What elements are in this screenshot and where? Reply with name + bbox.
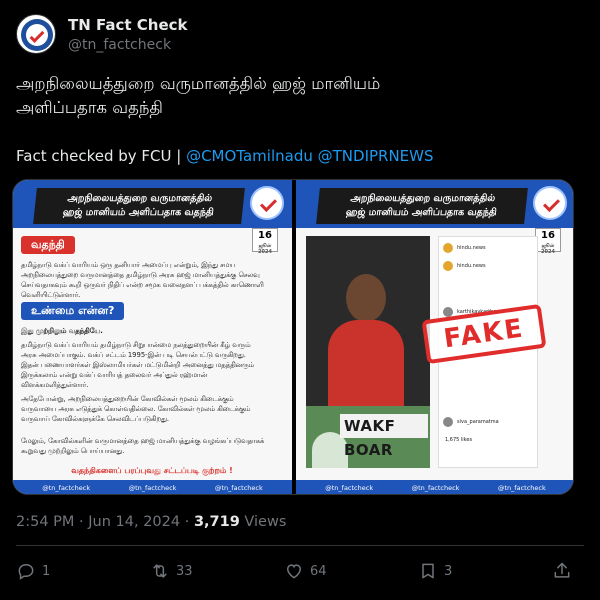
hajj-text: மேலும், கோவில்களின் வருமானத்தை ஹஜ் மானிய… [21,437,265,455]
speaker-face [346,274,386,322]
card-header-bar: அறநிலையத்துறை வருமானத்தில் ஹஜ் மானியம் அ… [296,180,573,228]
bookmark-count: 3 [444,563,453,579]
footer-handle-facebook: @tn_factcheck [411,484,460,492]
card-banner: அறநிலையத்துறை வருமானத்தில் ஹஜ் மானியம் அ… [316,188,528,224]
mention-cmo-link[interactable]: @CMOTamilnadu [186,147,313,165]
footer-handle-x: @tn_factcheck [325,484,374,492]
profile-avatar-icon [443,243,453,253]
calendar-day: 16 [541,230,555,241]
share-button[interactable] [552,558,572,584]
fact-check-card-right[interactable]: அறநிலையத்துறை வருமானத்தில் ஹஜ் மானியம் அ… [296,180,573,494]
repost-icon [153,564,167,578]
tweet-header: TN Fact Check @tn_factcheck [16,14,584,58]
reply-icon [18,563,34,580]
views-label: Views [239,514,287,530]
fact-check-prefix: Fact checked by FCU | [16,147,187,165]
banner-line-1: அறநிலையத்துறை வருமானத்தில் [349,193,496,204]
profile-avatar-icon [443,261,453,271]
footer-handle-facebook: @tn_factcheck [128,484,177,492]
media-gallery[interactable]: அறநிலையத்துறை வருமானத்தில் ஹஜ் மானியம் அ… [12,179,574,495]
like-count: 64 [310,563,327,579]
tweet-meta: 2:54 PM · Jun 14, 2024 · 3,719 Views [16,512,286,532]
avatar[interactable] [16,14,56,54]
tweet-date[interactable]: Jun 14, 2024 [88,514,180,530]
calendar-month: ஜூன் 2024 [541,243,555,255]
tweet-text: அறநிலையத்துறை வருமானத்தில் ஹஜ் மானியம் அ… [16,72,584,120]
bookmark-icon [422,563,434,579]
user-handle[interactable]: @tn_factcheck [68,36,188,54]
insta-user-2: hindu.news [457,263,486,269]
footer-handle-instagram: @tn_factcheck [497,484,546,492]
repost-button[interactable]: 33 [150,558,193,584]
tn-factcheck-logo-icon [250,186,284,220]
insta-user-4: siva_paramatma [457,419,499,425]
video-screenshot: WAKF BOAR [306,236,430,468]
display-name[interactable]: TN Fact Check [68,16,188,34]
slogan-text: வதந்திகளைப் பரப்புவது சட்டப்படி குற்றம் … [71,466,233,475]
temple-text: அதேபோன்று, அறநிலையத்துறையின் கோவில்கள் ம… [21,395,251,423]
repost-count: 33 [176,563,193,579]
calendar-day: 16 [258,230,272,241]
insta-likes: 1,675 likes [445,437,473,443]
heart-icon [286,564,302,579]
card-header-bar: அறநிலையத்துறை வருமானத்தில் ஹஜ் மானியம் அ… [13,180,292,228]
reply-button[interactable]: 1 [16,558,50,584]
calendar-icon: 16 ஜூன் 2024 [535,228,561,255]
tweet-text-line-2: அளிப்பதாக வதந்தி [16,98,163,117]
speaker-figure [328,274,404,406]
fact-check-card-left[interactable]: அறநிலையத்துறை வருமானத்தில் ஹஜ் மானியம் அ… [13,180,292,494]
banner-line-2: ஹஜ் மானியம் அளிப்பதாக வதந்தி [345,207,498,218]
calendar-icon: 16 ஜூன் 2024 [252,228,278,255]
footer-handle-instagram: @tn_factcheck [214,484,263,492]
tweet-text-line-1: அறநிலையத்துறை வருமானத்தில் ஹஜ் மானியம் [16,74,381,93]
insta-user-1: hindu.news [457,245,486,251]
share-icon [554,562,570,578]
banner-line-2: ஹஜ் மானியம் அளிப்பதாக வதந்தி [62,207,215,218]
mention-dipr-link[interactable]: @TNDIPRNEWS [318,147,434,165]
meta-separator: · [180,514,194,530]
profile-avatar-icon [443,417,453,427]
tweet: TN Fact Check @tn_factcheck அறநிலையத்துற… [0,0,600,600]
meta-separator: · [74,514,89,530]
divider [16,545,584,546]
author-names: TN Fact Check @tn_factcheck [68,16,188,54]
card-footer: @tn_factcheck @tn_factcheck @tn_factchec… [13,480,292,494]
footer-handle-x: @tn_factcheck [42,484,91,492]
rumor-tag: வதந்தி [21,236,75,254]
speaker-shirt [328,320,404,406]
truth-lead: இது முற்றிலும் வதந்தியே. [21,327,103,335]
card-footer: @tn_factcheck @tn_factcheck @tn_factchec… [296,480,573,494]
reply-count: 1 [42,563,51,579]
truth-text: தமிழ்நாடு வக்ப் வாரியம் தமிழ்நாடு சிறுபா… [21,341,254,389]
wakf-board-sign: WAKF BOAR [340,414,428,459]
fact-check-line: Fact checked by FCU | @CMOTamilnadu @TND… [16,146,584,166]
truth-tag: உண்மை என்ன? [21,302,125,320]
like-button[interactable]: 64 [284,558,327,584]
action-bar: 1 33 64 3 [16,558,584,584]
bookmark-button[interactable]: 3 [418,558,452,584]
views-count: 3,719 [193,514,240,530]
calendar-month: ஜூன் 2024 [258,243,272,255]
banner-line-1: அறநிலையத்துறை வருமானத்தில் [66,193,213,204]
tweet-time[interactable]: 2:54 PM [16,514,74,530]
tn-factcheck-logo-icon [533,186,567,220]
card-banner: அறநிலையத்துறை வருமானத்தில் ஹஜ் மானியம் அ… [33,188,245,224]
rumor-text: தமிழ்நாடு வக்ப் வாரியம் ஒரு தனியார் அமைப… [21,261,264,299]
